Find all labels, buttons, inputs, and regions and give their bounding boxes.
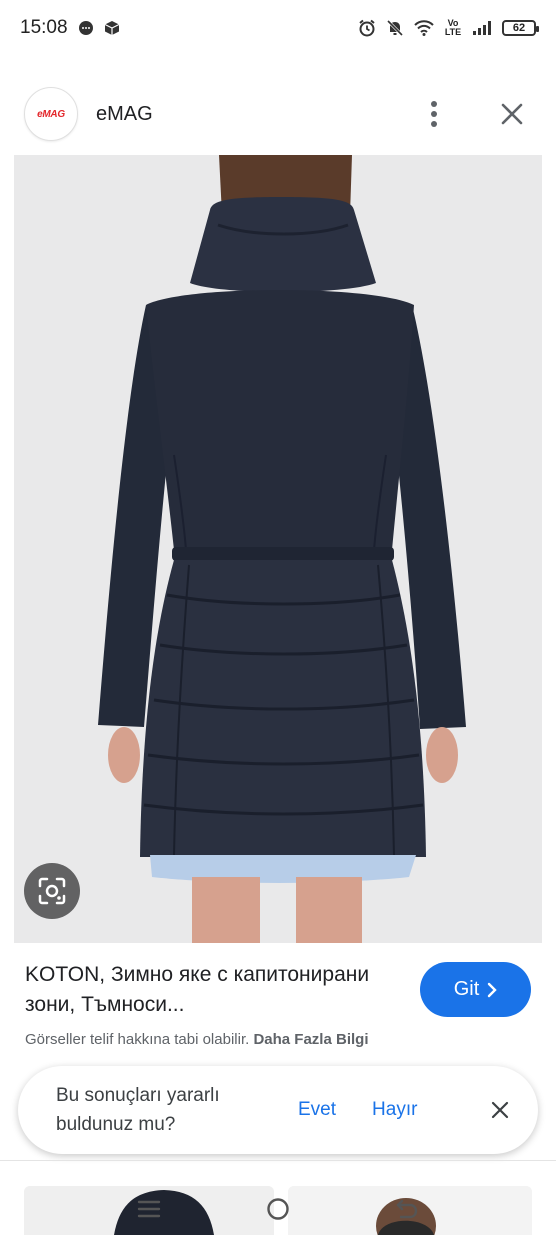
bell-off-icon [386,19,404,37]
chat-bubble-icon [78,20,94,36]
status-right: Vo LTE 62 [358,18,539,37]
result-header: eMAG eMAG [0,84,556,144]
header-actions [414,94,532,134]
battery-level: 62 [512,22,526,34]
signal-icon [472,21,492,35]
visit-button-label: Git [453,978,480,1000]
home-icon[interactable] [266,1197,290,1226]
feedback-card: Bu sonuçları yararlı buldunuz mu? Evet H… [18,1066,538,1154]
system-nav-bar [0,1188,556,1235]
feedback-question: Bu sonuçları yararlı buldunuz mu? [56,1085,220,1135]
close-icon[interactable] [492,94,532,134]
status-left: 15:08 [20,17,120,39]
battery-icon: 62 [502,20,539,36]
package-icon [104,20,120,36]
result-title[interactable]: KOTON, Зимно яке с капитонирани зони, Тъ… [25,960,405,1020]
chevron-right-icon [488,982,497,997]
coat-illustration [14,155,542,943]
feedback-yes-button[interactable]: Evet [298,1099,336,1121]
site-logo-text: eMAG [37,108,65,120]
recent-apps-icon[interactable] [137,1199,161,1224]
product-image[interactable] [14,155,542,943]
divider [0,1160,556,1161]
more-vert-icon[interactable] [414,94,454,134]
site-name[interactable]: eMAG [96,103,153,126]
visit-button[interactable]: Git [420,962,531,1017]
wifi-icon [414,20,434,36]
alarm-icon [358,19,376,37]
more-info-link[interactable]: Daha Fazla Bilgi [253,1031,368,1048]
back-icon[interactable] [395,1198,419,1225]
site-logo[interactable]: eMAG [24,87,78,141]
close-icon[interactable] [484,1094,516,1126]
feedback-no-button[interactable]: Hayır [372,1099,417,1121]
status-bar: 15:08 Vo LTE 62 [0,0,556,56]
copyright-text: Görseller telif hakkına tabi olabilir. [25,1031,250,1048]
network-type-label: Vo LTE [444,18,462,37]
copyright-notice: Görseller telif hakkına tabi olabilir. D… [25,1031,368,1048]
lens-icon[interactable] [24,863,80,919]
status-time: 15:08 [20,17,68,38]
